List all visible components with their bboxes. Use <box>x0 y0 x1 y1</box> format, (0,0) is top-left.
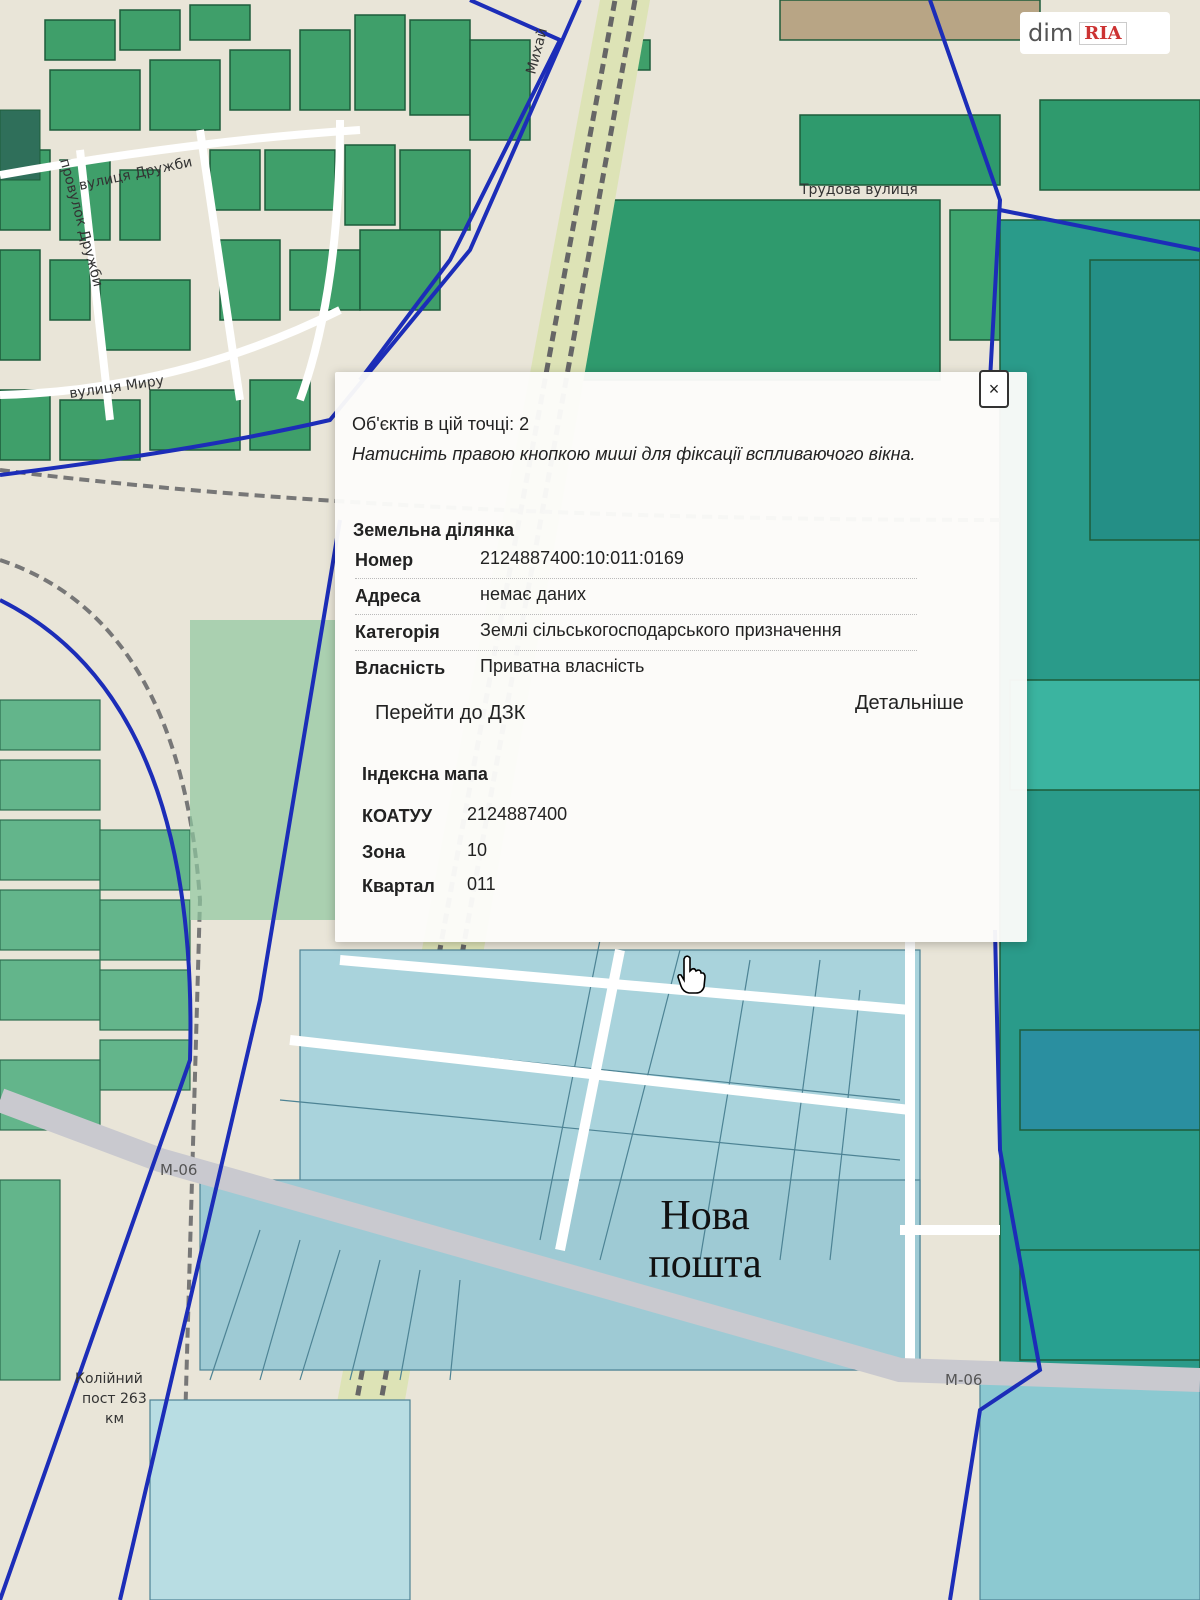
row-key: Власність <box>355 658 446 678</box>
annotation-nova-poshta: Нова пошта <box>620 1192 790 1288</box>
street-label-trudova: Трудова вулиця <box>799 182 918 198</box>
watermark-ria-logo: RIA <box>1079 21 1127 45</box>
row-key: Адреса <box>355 586 421 606</box>
hand-cursor-icon <box>677 955 706 994</box>
row-value: 2124887400:10:011:0169 <box>480 548 684 568</box>
index-map-title: Індексна мапа <box>362 764 488 784</box>
row-value: Землі сільськогосподарського призначення <box>480 620 842 640</box>
parcel-row-category: Категорія Землі сільськогосподарського п… <box>355 616 917 651</box>
annotation-line2: пошта <box>648 1241 762 1287</box>
parcel-row-address: Адреса немає даних <box>355 580 917 615</box>
road-label-m06-west: М-06 <box>160 1161 197 1179</box>
row-value: немає даних <box>480 584 587 604</box>
row-key: Зона <box>362 842 406 862</box>
station-label-line1: Колійний <box>75 1371 143 1387</box>
parcel-row-number: Номер 2124887400:10:011:0169 <box>355 544 917 579</box>
annotation-line1: Нова <box>660 1193 750 1239</box>
station-label-line3: км <box>105 1411 124 1427</box>
row-value: 10 <box>467 840 488 860</box>
road-label-m06-east: М-06 <box>945 1371 982 1389</box>
row-key: Квартал <box>362 876 435 896</box>
parcel-row-ownership: Власність Приватна власність <box>355 652 917 686</box>
close-icon[interactable]: × <box>979 370 1009 408</box>
row-key: Категорія <box>355 622 440 642</box>
goto-dzk-link[interactable]: Перейти до ДЗК <box>375 702 525 725</box>
parcel-info-popup: × Об'єктів в цій точці: 2 Натисніть прав… <box>335 370 1027 942</box>
dimria-watermark: dim RIA <box>1020 12 1170 54</box>
row-key: КОАТУУ <box>362 806 433 826</box>
row-value: Приватна власність <box>480 656 645 676</box>
row-value: 2124887400 <box>467 804 568 824</box>
details-link[interactable]: Детальніше <box>855 692 964 715</box>
objects-count: Об'єктів в цій точці: 2 <box>352 414 530 434</box>
parcel-section-title: Земельна ділянка <box>353 520 515 540</box>
pin-hint: Натисніть правою кнопкою миші для фіксац… <box>352 444 916 464</box>
station-label-line2: пост 263 <box>82 1391 147 1407</box>
watermark-dim: dim <box>1028 19 1074 47</box>
row-key: Номер <box>355 550 414 570</box>
row-value: 011 <box>467 874 496 894</box>
